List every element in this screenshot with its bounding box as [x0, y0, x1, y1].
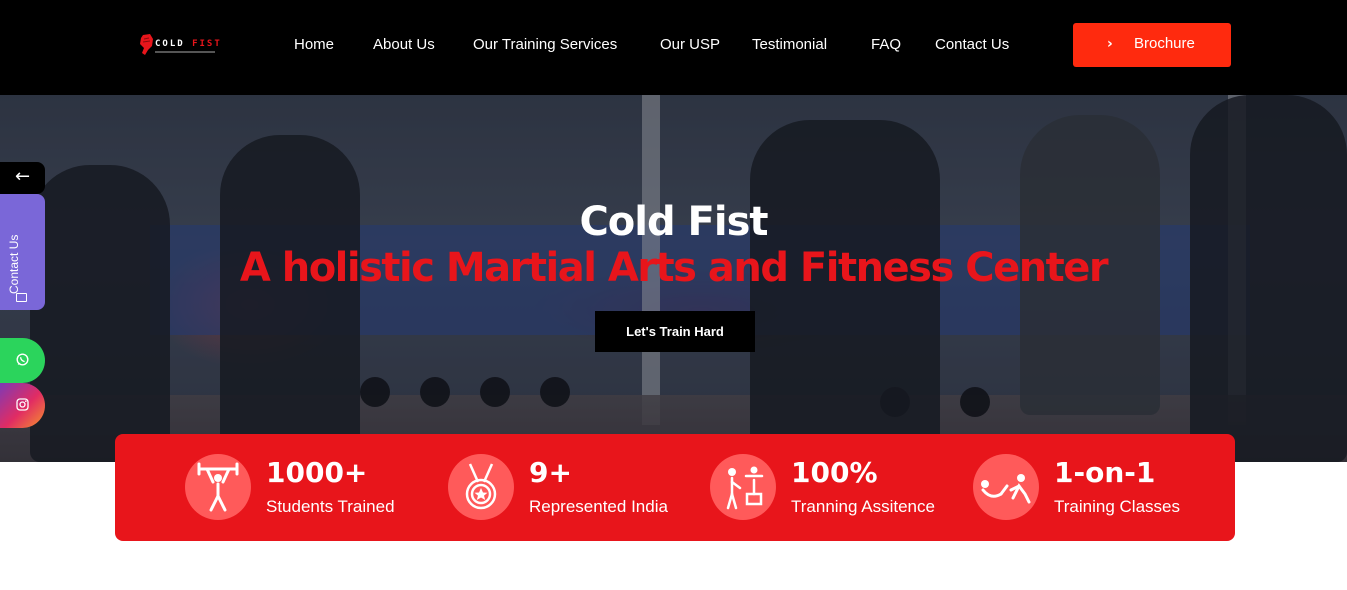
stat-number: 1-on-1	[1054, 456, 1156, 489]
hero-title: Cold Fist	[579, 199, 768, 245]
nav-training-services[interactable]: Our Training Services	[473, 36, 617, 53]
partner-exercise-icon	[973, 454, 1039, 520]
nav-home[interactable]: Home	[294, 36, 334, 53]
stat-caption: Represented India	[529, 497, 668, 516]
stat-caption: Students Trained	[266, 497, 395, 516]
whatsapp-button[interactable]	[0, 338, 45, 383]
nav-our-usp[interactable]: Our USP	[660, 36, 720, 53]
whatsapp-icon	[16, 353, 29, 366]
collapse-arrow-button[interactable]: ←	[0, 162, 45, 194]
hero-subtitle: A holistic Martial Arts and Fitness Cent…	[239, 245, 1109, 291]
stat-caption: Training Classes	[1054, 497, 1180, 516]
mail-icon	[16, 293, 27, 302]
stat-caption: Tranning Assitence	[791, 497, 935, 516]
stats-band: 1000+ Students Trained 9+ Represented In…	[115, 434, 1235, 541]
site-header: COLD FIST Home About Us Our Training Ser…	[0, 0, 1347, 95]
logo-wordmark: COLD FIST	[155, 39, 222, 49]
nav-faq[interactable]: FAQ	[871, 36, 901, 53]
lets-train-hard-button[interactable]: Let's Train Hard	[595, 311, 755, 352]
chevron-right-icon: ›	[1107, 36, 1113, 52]
fist-logo-icon	[140, 34, 153, 55]
trainer-icon	[710, 454, 776, 520]
medal-icon	[448, 454, 514, 520]
instagram-icon	[16, 398, 29, 411]
nav-contact-us[interactable]: Contact Us	[935, 36, 1009, 53]
hero-section: Cold Fist A holistic Martial Arts and Fi…	[0, 95, 1347, 462]
weightlifter-icon	[185, 454, 251, 520]
contact-us-side-label: Contact Us	[7, 234, 21, 294]
brochure-button[interactable]: › Brochure	[1073, 23, 1231, 67]
stat-number: 100%	[791, 456, 878, 489]
stat-number: 1000+	[266, 456, 368, 489]
logo-tagline-bar	[155, 51, 215, 53]
brochure-label: Brochure	[1134, 35, 1195, 52]
nav-testimonial[interactable]: Testimonial	[752, 36, 827, 53]
contact-us-side-tab[interactable]: Contact Us	[0, 194, 45, 310]
stat-number: 9+	[529, 456, 572, 489]
cold-fist-logo[interactable]: COLD FIST	[137, 33, 222, 59]
instagram-button[interactable]	[0, 383, 45, 428]
nav-about-us[interactable]: About Us	[373, 36, 435, 53]
